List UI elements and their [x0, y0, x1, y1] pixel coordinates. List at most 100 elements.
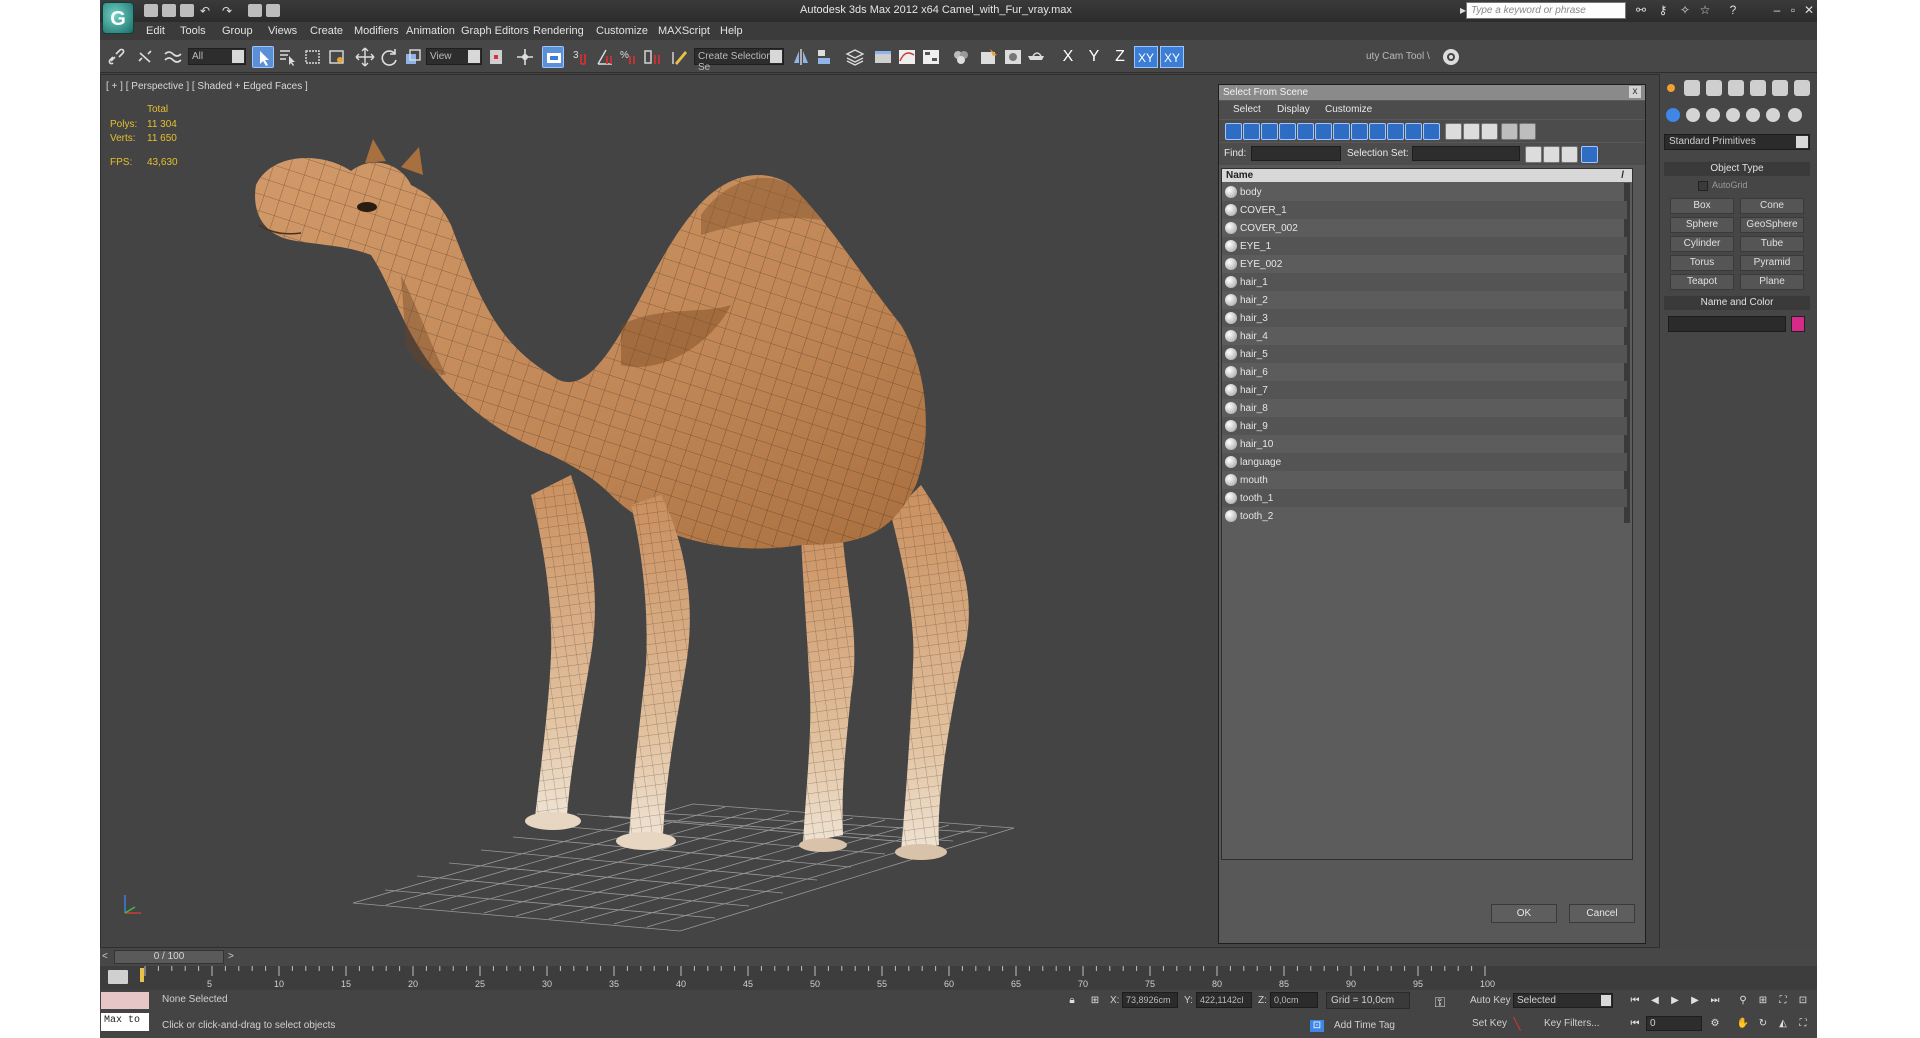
key-mode-icon[interactable]: ⚿	[1430, 995, 1450, 1009]
display-helpers-icon[interactable]	[1297, 123, 1314, 140]
display-shapes-icon[interactable]	[1243, 123, 1260, 140]
select-object-icon[interactable]	[252, 46, 274, 68]
scale-icon[interactable]	[402, 46, 424, 68]
display-none-icon[interactable]	[1463, 123, 1480, 140]
display-containers-icon[interactable]	[1387, 123, 1404, 140]
orbit-icon[interactable]: ↻	[1756, 1018, 1770, 1030]
menu-group[interactable]: Group	[222, 25, 253, 37]
snaps-toggle-icon[interactable]: 3	[570, 46, 592, 68]
list-item[interactable]: tooth_2	[1222, 507, 1627, 525]
unlink-icon[interactable]	[134, 46, 156, 68]
box-button[interactable]: Box	[1670, 198, 1734, 214]
modify-tab-icon[interactable]	[1706, 80, 1722, 96]
timeline-track[interactable]: 5 10 15 20 25 30 35 40 45 50 55 60 65 70 75 80 85 90 95 100	[100, 966, 1817, 990]
pan-icon[interactable]: ✋	[1736, 1018, 1750, 1030]
time-slider-next-icon[interactable]: >	[228, 951, 234, 962]
selection-set-dropdown[interactable]	[1412, 146, 1520, 161]
object-name-input[interactable]	[1668, 316, 1786, 332]
rotate-icon[interactable]	[378, 46, 400, 68]
new-file-icon[interactable]	[144, 4, 158, 17]
key-filters-button[interactable]: Key Filters...	[1544, 1018, 1600, 1029]
display-tab-icon[interactable]	[1772, 80, 1788, 96]
help-icon[interactable]: ?	[1726, 3, 1740, 17]
axis-xy-button[interactable]: XY	[1134, 46, 1158, 68]
dialog-title[interactable]: Select From Scene x	[1219, 85, 1645, 100]
named-selection-dropdown[interactable]: Create Selection Se	[694, 48, 784, 73]
render-setup-icon[interactable]	[978, 46, 1000, 68]
filter-options-icon[interactable]	[1519, 123, 1536, 140]
star-icon[interactable]: ☆	[1698, 3, 1712, 17]
list-item[interactable]: hair_2	[1222, 291, 1627, 309]
add-time-tag-icon[interactable]: ⊡	[1310, 1020, 1324, 1032]
menu-rendering[interactable]: Rendering	[533, 25, 584, 37]
current-frame-input[interactable]: 0	[1646, 1016, 1702, 1031]
window-crossing-icon[interactable]	[326, 46, 348, 68]
play-icon[interactable]: ▶	[1668, 995, 1682, 1007]
display-cameras-icon[interactable]	[1279, 123, 1296, 140]
rendered-frame-window-icon[interactable]	[1002, 46, 1024, 68]
list-item[interactable]: hair_5	[1222, 345, 1627, 363]
project-folder-icon[interactable]	[266, 4, 280, 17]
object-color-swatch[interactable]	[1791, 316, 1805, 332]
tube-button[interactable]: Tube	[1740, 236, 1804, 252]
autogrid-checkbox[interactable]	[1698, 181, 1708, 191]
teapot-button[interactable]: Teapot	[1670, 274, 1734, 290]
select-invert-icon[interactable]	[1561, 146, 1578, 163]
rectangular-selection-icon[interactable]	[302, 46, 324, 68]
graphite-tools-icon[interactable]	[872, 46, 894, 68]
time-slider-prev-icon[interactable]: <	[102, 951, 108, 962]
display-space-warps-icon[interactable]	[1315, 123, 1332, 140]
torus-button[interactable]: Torus	[1670, 255, 1734, 271]
list-item[interactable]: COVER_002	[1222, 219, 1627, 237]
dialog-menu-display[interactable]: Display	[1277, 104, 1310, 115]
display-hidden-icon[interactable]	[1423, 123, 1440, 140]
field-of-view-icon[interactable]: ◭	[1776, 1018, 1790, 1030]
select-none-icon[interactable]	[1543, 146, 1560, 163]
sort-icon[interactable]: /	[1621, 169, 1624, 182]
move-icon[interactable]	[354, 46, 376, 68]
go-to-start-icon[interactable]: ⏮	[1628, 995, 1642, 1007]
bind-space-warp-icon[interactable]	[162, 46, 184, 68]
zoom-icon[interactable]: ⚲	[1736, 995, 1750, 1007]
viewport-label[interactable]: [ + ] [ Perspective ] [ Shaded + Edged F…	[106, 81, 308, 92]
list-item[interactable]: hair_9	[1222, 417, 1627, 435]
time-slider[interactable]: 0 / 100	[114, 950, 224, 964]
reference-coordinate-dropdown[interactable]: View	[426, 48, 482, 65]
maxscript-input[interactable]: Max to	[101, 1013, 149, 1031]
sphere-button[interactable]: Sphere	[1670, 217, 1734, 233]
cylinder-button[interactable]: Cylinder	[1670, 236, 1734, 252]
dialog-menu-select[interactable]: Select	[1233, 104, 1261, 115]
undo-icon[interactable]: ↶	[200, 4, 214, 18]
menu-views[interactable]: Views	[268, 25, 297, 37]
name-column-header[interactable]: Name /	[1222, 169, 1632, 182]
display-frozen-icon[interactable]	[1405, 123, 1422, 140]
set-key-button[interactable]: Set Key	[1472, 1018, 1507, 1029]
menu-modifiers[interactable]: Modifiers	[354, 25, 399, 37]
axis-y-button[interactable]: Y	[1082, 46, 1106, 68]
list-item[interactable]: language	[1222, 453, 1627, 471]
lights-category-icon[interactable]	[1706, 108, 1720, 122]
display-invert-icon[interactable]	[1481, 123, 1498, 140]
maxscript-listener-mini[interactable]	[101, 992, 149, 1009]
material-editor-icon[interactable]	[950, 46, 972, 68]
selection-lock-icon[interactable]: 🔒︎	[1065, 995, 1079, 1007]
list-item[interactable]: tooth_1	[1222, 489, 1627, 507]
layer-manager-icon[interactable]	[844, 46, 866, 68]
list-item[interactable]: EYE_002	[1222, 255, 1627, 273]
maximize-viewport-icon[interactable]: ⛶	[1796, 1018, 1810, 1030]
keyboard-shortcut-override-icon[interactable]	[542, 46, 564, 68]
x-coordinate-input[interactable]: 73,8926cm	[1122, 992, 1178, 1008]
axis-z-button[interactable]: Z	[1108, 46, 1132, 68]
redo-icon[interactable]: ↷	[222, 4, 236, 18]
list-item[interactable]: COVER_1	[1222, 201, 1627, 219]
list-item[interactable]: hair_3	[1222, 309, 1627, 327]
edit-named-selection-icon[interactable]	[670, 46, 692, 68]
schematic-view-icon[interactable]	[920, 46, 942, 68]
list-item[interactable]: EYE_1	[1222, 237, 1627, 255]
menu-customize[interactable]: Customize	[596, 25, 648, 37]
select-by-name-icon[interactable]	[276, 46, 298, 68]
key-mode-toggle-icon[interactable]: ⏮	[1628, 1018, 1642, 1030]
go-to-end-icon[interactable]: ⏭	[1708, 995, 1722, 1007]
add-time-tag-label[interactable]: Add Time Tag	[1334, 1020, 1395, 1031]
time-config-icon[interactable]: ⚙	[1708, 1018, 1722, 1030]
